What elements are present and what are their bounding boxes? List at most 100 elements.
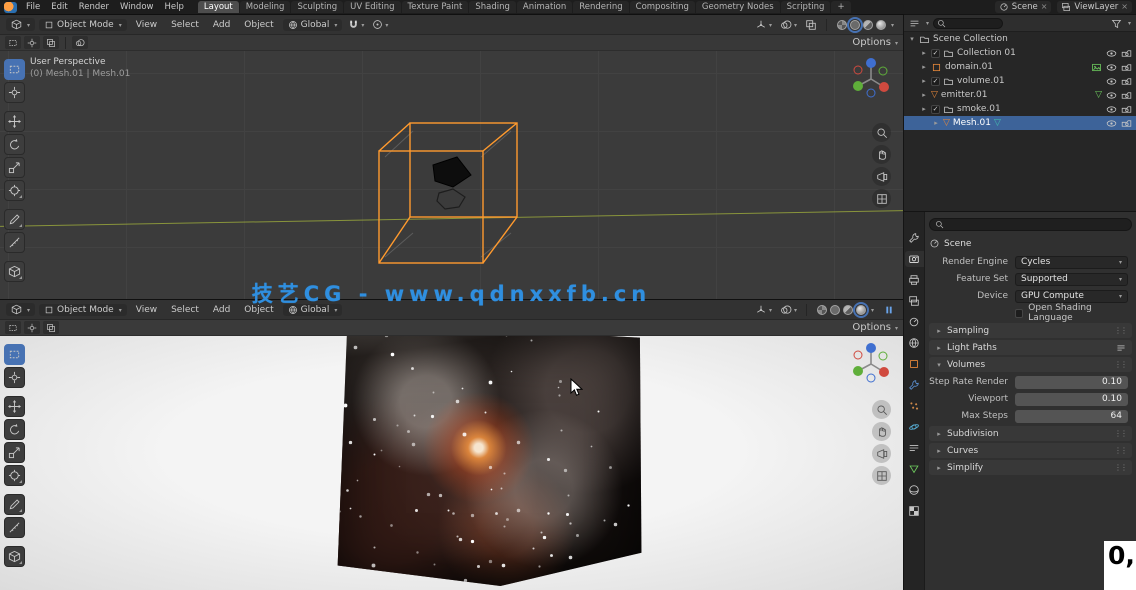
tool-select-box-2[interactable] [4,344,25,365]
tool-rotate[interactable] [4,134,25,155]
volume-cube-object[interactable] [333,330,643,586]
section-simplify[interactable]: Simplify⋮⋮ [929,460,1132,475]
tab-object[interactable] [905,356,924,372]
tab-scripting[interactable]: Scripting [781,1,831,13]
preset-list-icon[interactable] [1116,343,1126,353]
tab-tool[interactable] [905,230,924,246]
tab-material[interactable] [905,482,924,498]
osl-checkbox[interactable] [1015,309,1023,318]
eye-icon[interactable] [1106,62,1117,73]
tab-scene[interactable] [905,314,924,330]
render-visibility-camera-icon[interactable] [1121,62,1132,73]
disclosure-icon[interactable] [920,91,928,99]
eye-icon[interactable] [1106,90,1117,101]
eye-icon[interactable] [1106,48,1117,59]
tab-animation[interactable]: Animation [517,1,572,13]
step-rate-viewport-field[interactable]: 0.10 [1015,393,1128,406]
blender-logo-icon[interactable] [4,2,17,13]
feature-set-dropdown[interactable]: Supported [1015,273,1128,286]
tool-rotate-2[interactable] [4,419,25,440]
device-dropdown[interactable]: GPU Compute [1015,290,1128,303]
shading-wireframe-button[interactable] [837,20,847,30]
section-volumes[interactable]: Volumes⋮⋮ [929,357,1132,372]
disclosure-icon[interactable] [932,119,940,127]
menu-window[interactable]: Window [115,2,159,12]
options-dropdown-top[interactable]: Options [852,37,898,48]
max-steps-field[interactable]: 64 [1015,410,1128,423]
tool-annotate-2[interactable] [4,494,25,515]
tool-transform[interactable] [4,180,25,201]
toggle-ortho-button-2[interactable] [872,466,891,485]
menu-add[interactable]: Add [208,20,235,30]
orientation-dropdown[interactable]: Global [283,19,343,31]
section-subdivision[interactable]: Subdivision⋮⋮ [929,426,1132,441]
outliner-row-volume[interactable]: volume.01 [904,74,1136,88]
tab-add-workspace[interactable]: + [831,1,850,13]
pan-button-2[interactable] [872,422,891,441]
tool-move-2[interactable] [4,396,25,417]
tab-modeling[interactable]: Modeling [240,1,291,13]
tab-physics[interactable] [905,419,924,435]
eye-icon[interactable] [1106,104,1117,115]
menu-view[interactable]: View [131,20,162,30]
render-visibility-camera-icon[interactable] [1121,76,1132,87]
tab-compositing[interactable]: Compositing [630,1,695,13]
section-sampling[interactable]: Sampling⋮⋮ [929,323,1132,338]
outliner-editor-icon[interactable] [909,18,920,29]
tab-render[interactable] [905,251,924,267]
disclosure-icon[interactable] [908,35,916,43]
tool-move[interactable] [4,111,25,132]
tab-view-layer[interactable] [905,293,924,309]
shading-material-button[interactable] [863,20,873,30]
tab-shading[interactable]: Shading [469,1,516,13]
tab-modifiers[interactable] [905,377,924,393]
menu-help[interactable]: Help [159,2,188,12]
select-mode-intersect-button[interactable] [72,36,88,49]
collection-checkbox[interactable] [931,105,940,114]
overlays-toggle-button[interactable] [778,18,799,32]
camera-view-button-2[interactable] [872,444,891,463]
wireframe-cube-object[interactable] [365,115,535,270]
options-dropdown-bottom[interactable]: Options [852,322,898,333]
tab-layout[interactable]: Layout [198,1,239,13]
camera-view-button[interactable] [872,167,891,186]
select-mode-subtract-button-2[interactable] [43,321,59,334]
outliner-row-emitter[interactable]: ▽ emitter.01 ▽ [904,88,1136,102]
tool-measure[interactable] [4,232,25,253]
menu-edit[interactable]: Edit [46,2,72,12]
tab-object-data[interactable] [905,461,924,477]
render-engine-dropdown[interactable]: Cycles [1015,256,1128,269]
xray-toggle-button[interactable] [803,18,819,32]
menu-select[interactable]: Select [166,20,204,30]
zoom-button-2[interactable] [872,400,891,419]
tab-texture[interactable] [905,503,924,519]
outliner-row-domain[interactable]: domain.01 [904,60,1136,74]
section-light-paths[interactable]: Light Paths [929,340,1132,355]
select-mode-new-button-2[interactable] [5,321,21,334]
disclosure-icon[interactable] [920,49,928,57]
tab-geometry-nodes[interactable]: Geometry Nodes [696,1,780,13]
disclosure-icon[interactable] [920,105,928,113]
pan-button[interactable] [872,145,891,164]
tab-output[interactable] [905,272,924,288]
viewport-top-canvas[interactable]: User Perspective (0) Mesh.01 | Mesh.01 [0,51,903,300]
tab-rendering[interactable]: Rendering [573,1,628,13]
tool-select-box[interactable] [4,59,25,80]
properties-search-input[interactable] [929,218,1132,231]
tab-constraints[interactable] [905,440,924,456]
mode-dropdown[interactable]: Object Mode [39,19,127,31]
tool-scale-2[interactable] [4,442,25,463]
proportional-edit-button[interactable] [370,18,390,31]
tab-uv-editing[interactable]: UV Editing [344,1,400,13]
tool-cursor[interactable] [4,82,25,103]
zoom-button[interactable] [872,123,891,142]
tool-measure-2[interactable] [4,517,25,538]
menu-object[interactable]: Object [239,20,278,30]
select-mode-subtract-button[interactable] [43,36,59,49]
outliner-editor-caret-icon[interactable] [924,18,929,28]
select-mode-extend-button[interactable] [24,36,40,49]
select-mode-extend-button-2[interactable] [24,321,40,334]
menu-file[interactable]: File [21,2,45,12]
render-visibility-camera-icon[interactable] [1121,104,1132,115]
navigation-gizmo-2[interactable] [847,340,895,391]
